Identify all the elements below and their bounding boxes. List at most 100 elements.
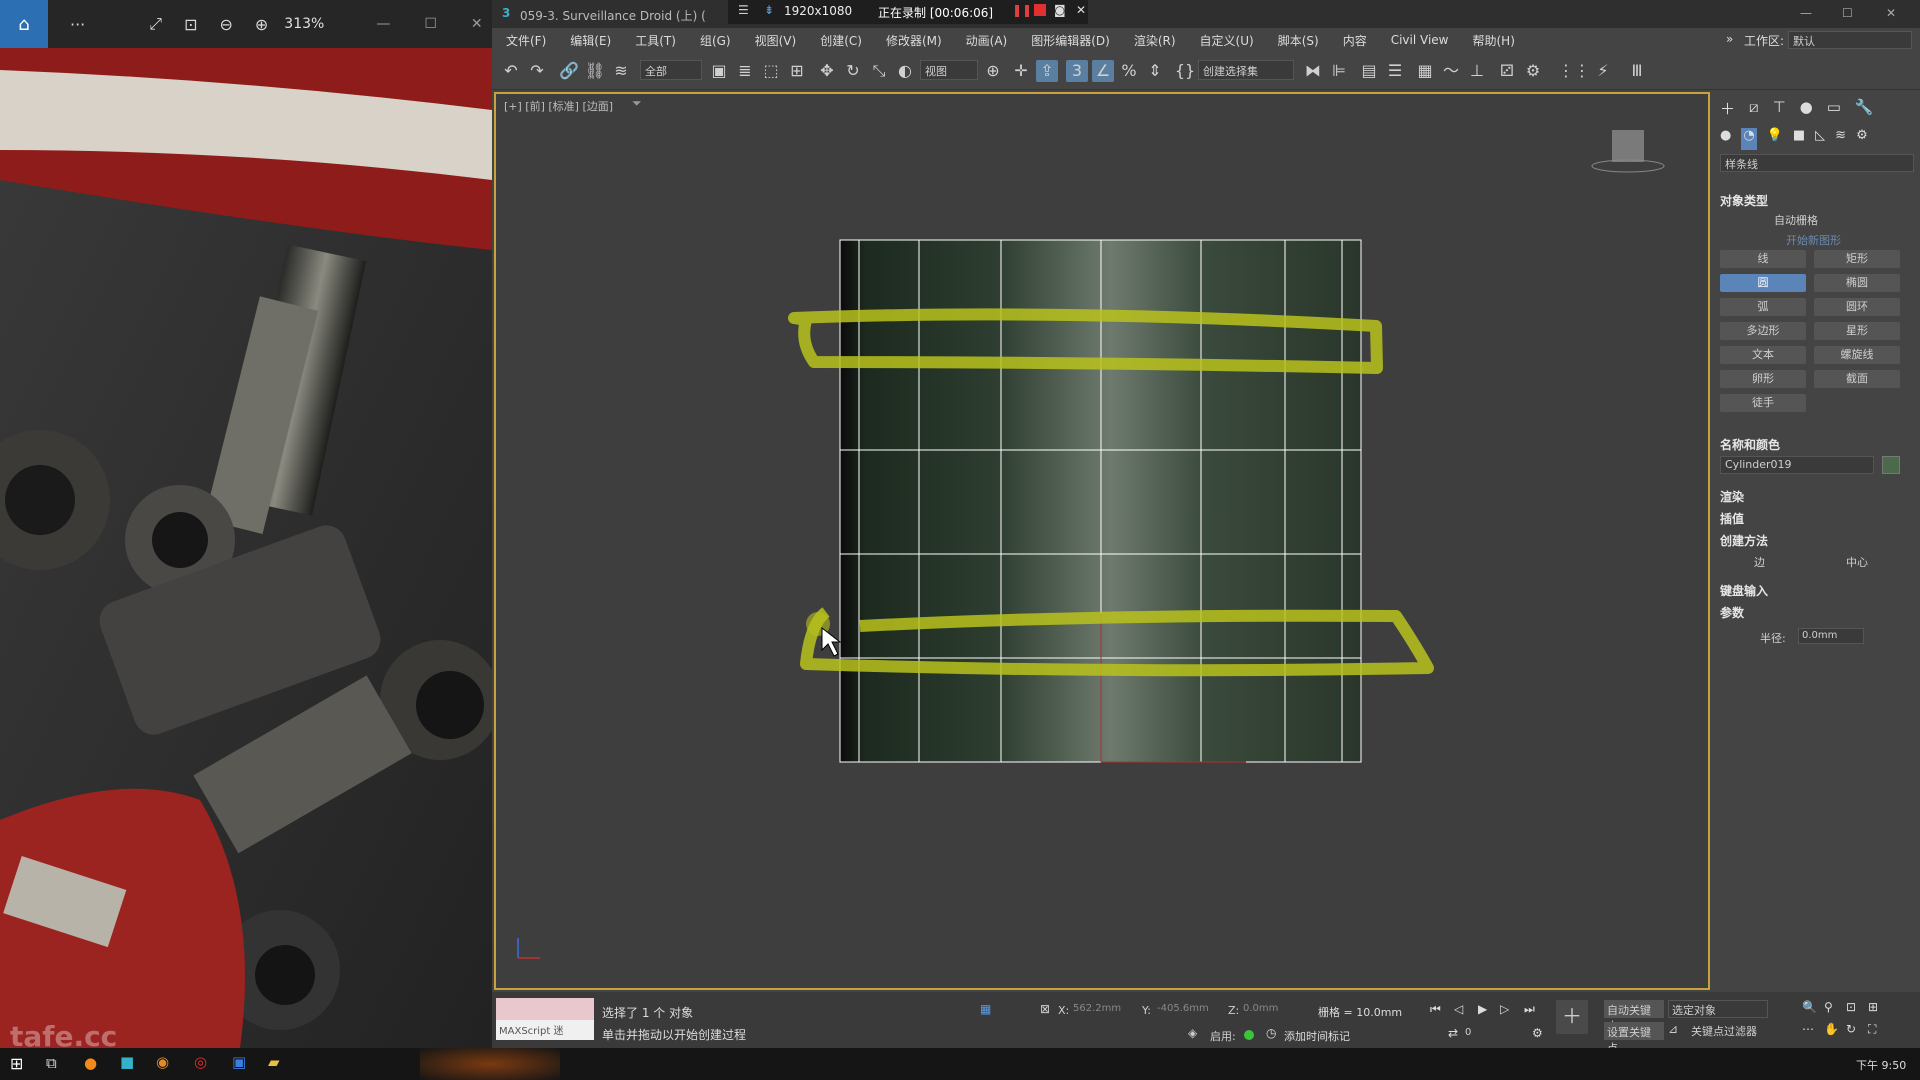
object-name-field[interactable]: Cylinder019 [1720,456,1874,474]
align-icon[interactable]: ⊫ [1328,60,1350,82]
front-viewport[interactable]: [+] [前] [标准] [边面] ⏷ [494,92,1710,990]
key-filters-button[interactable]: 关键点过滤器 [1688,1022,1768,1040]
add-time-tag[interactable]: 添加时间标记 [1284,1028,1350,1044]
absolute-mode-icon[interactable]: ⊠ [1040,1002,1050,1016]
pivot-icon[interactable]: ⊕ [982,60,1004,82]
zoom-all-icon[interactable]: ⚲ [1824,1000,1833,1014]
close-recorder-icon[interactable]: ✕ [1076,3,1086,17]
modify-tab-icon[interactable]: ⧄ [1749,98,1759,122]
shape-helix-button[interactable]: 螺旋线 [1814,346,1900,364]
keyboard-entry-rollout[interactable]: 键盘输入 [1720,582,1914,599]
material-editor-icon[interactable]: ⚂ [1496,60,1518,82]
menu-file[interactable]: 文件(F) [506,32,546,49]
maxscript-input[interactable]: MAXScript 迷 [496,1020,594,1040]
goto-end-icon[interactable]: ⏭ [1524,1002,1535,1017]
shapes-icon[interactable]: ◔ [1741,128,1757,150]
expand-icon[interactable]: » [1726,32,1733,46]
shape-line-button[interactable]: 线 [1720,250,1806,268]
goto-start-icon[interactable]: ⏮ [1430,1002,1441,1017]
home-icon[interactable]: ⌂ [0,0,48,48]
create-tab-icon[interactable]: ＋ [1720,98,1735,122]
menu-views[interactable]: 视图(V) [755,32,797,49]
key-target-dropdown[interactable]: 选定对象 [1668,1000,1768,1018]
parameters-header[interactable]: 参数 [1720,604,1914,621]
display-tab-icon[interactable]: ▭ [1827,98,1841,122]
windows-start-icon[interactable]: ⊞ [10,1054,23,1073]
zoom-extents-icon[interactable]: ⊡ [1846,1000,1856,1014]
y-coordinate[interactable]: -405.6mm [1154,1002,1212,1018]
key-mode-icon[interactable]: ⚙ [1532,1026,1543,1040]
render-setup-icon[interactable]: ⚙ [1522,60,1544,82]
unlink-icon[interactable]: ⛓ [584,60,606,82]
key-filter-icon[interactable]: ⊿ [1668,1022,1678,1036]
stop-icon[interactable] [1034,4,1046,16]
shape-arc-button[interactable]: 弧 [1720,298,1806,316]
x-coordinate[interactable]: 562.2mm [1070,1002,1128,1018]
shape-circle-button[interactable]: 圆 [1720,274,1806,292]
more-icon[interactable]: ··· [70,15,85,34]
radius-input[interactable]: 0.0mm [1798,628,1864,644]
maximize-viewport-icon[interactable]: ⛶ [1868,1022,1876,1037]
maximize-icon[interactable]: ☐ [424,16,437,32]
object-type-header[interactable]: 对象类型 [1720,192,1914,209]
menu-scripting[interactable]: 脚本(S) [1278,32,1319,49]
name-color-header[interactable]: 名称和颜色 [1720,436,1914,453]
photos-icon[interactable]: ▣ [232,1053,246,1071]
close-icon[interactable]: ✕ [471,16,483,32]
select-manipulate-icon[interactable]: ✛ [1010,60,1032,82]
snaps-toggle-icon[interactable]: 3 [1066,60,1088,82]
motion-tab-icon[interactable]: ● [1800,98,1813,122]
utilities-tab-icon[interactable]: 🔧 [1855,98,1874,122]
auto-grid-checkbox[interactable]: 自动栅格 [1774,212,1920,228]
percent-snap-icon[interactable]: % [1118,60,1140,82]
menu-content[interactable]: 内容 [1343,32,1367,49]
workspace-dropdown[interactable]: 默认 [1788,31,1912,49]
keyboard-shortcut-override-icon[interactable]: ⇪ [1036,60,1058,82]
menu-civil-view[interactable]: Civil View [1391,33,1449,47]
shape-rectangle-button[interactable]: 矩形 [1814,250,1900,268]
current-frame-field[interactable]: 0 [1462,1026,1524,1042]
object-color-swatch[interactable] [1882,456,1900,474]
cameras-icon[interactable]: ■ [1793,128,1805,150]
start-new-shape-checkbox[interactable]: 开始新图形 [1786,232,1920,248]
ribbon-icon[interactable]: ▦ [1414,60,1436,82]
schematic-view-icon[interactable]: ⊥ [1466,60,1488,82]
menu-create[interactable]: 创建(C) [820,32,862,49]
spinner-snap-icon[interactable]: ⇕ [1144,60,1166,82]
orbit-icon[interactable]: ↻ [1846,1022,1856,1036]
shape-section-button[interactable]: 截面 [1814,370,1900,388]
shape-donut-button[interactable]: 圆环 [1814,298,1900,316]
time-tag-icon[interactable]: ◷ [1266,1026,1276,1040]
pin-icon[interactable]: ⇟ [764,3,774,17]
scene-explorer-icon[interactable]: ▤ [1358,60,1380,82]
menu-rendering[interactable]: 渲染(R) [1134,32,1176,49]
set-key-button[interactable]: 设置关键点 [1604,1022,1664,1055]
curve-editor-icon[interactable]: 〜 [1440,60,1462,82]
bind-spacewarp-icon[interactable]: ≋ [610,60,632,82]
menu-animation[interactable]: 动画(A) [966,32,1008,49]
zoom-in-icon[interactable]: ⊕ [255,15,268,34]
select-object-icon[interactable]: ▣ [708,60,730,82]
render-icon[interactable]: ⚡ [1592,60,1614,82]
select-by-name-icon[interactable]: ≣ [734,60,756,82]
minimize-icon[interactable]: — [1800,6,1812,20]
pan-icon[interactable]: ✋ [1824,1022,1839,1036]
zoom-extents-all-icon[interactable]: ⊞ [1868,1000,1878,1014]
next-frame-icon[interactable]: ▷ [1500,1002,1509,1016]
camera-icon[interactable]: ◙ [1054,3,1066,17]
pause-icon[interactable]: ❚❚ [1012,3,1032,17]
edit-named-selection-icon[interactable]: {} [1174,60,1196,82]
mirror-icon[interactable]: ⧓ [1302,60,1324,82]
grid-icon[interactable]: ⋮⋮ [1558,60,1590,82]
set-key-icon[interactable]: ＋ [1556,1000,1588,1034]
enable-indicator[interactable] [1244,1030,1254,1040]
lights-icon[interactable]: 💡 [1767,128,1783,150]
rotate-icon[interactable]: ↻ [842,60,864,82]
window-crossing-icon[interactable]: ⊞ [786,60,808,82]
menu-graph-editors[interactable]: 图形编辑器(D) [1031,32,1110,49]
creation-method-header[interactable]: 创建方法 [1720,532,1914,549]
recorder-taskbar-icon[interactable]: ◎ [194,1053,207,1071]
prev-frame-icon[interactable]: ◁ [1454,1002,1463,1016]
place-icon[interactable]: ◐ [894,60,916,82]
maxscript-listener[interactable] [496,998,594,1020]
